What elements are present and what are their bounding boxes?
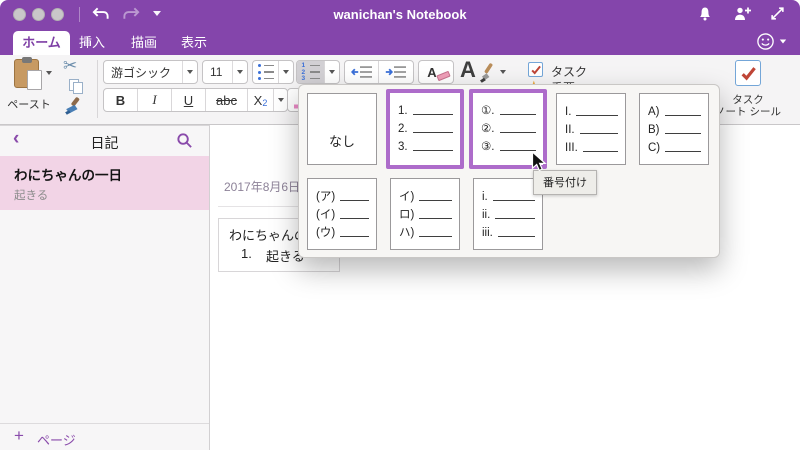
page-sidebar: ‹ 日記 わにちゃんの一日 起きる + ページ (0, 125, 210, 450)
share-add-person-icon[interactable] (733, 6, 752, 26)
page-list-item-selected[interactable]: わにちゃんの一日 起きる (0, 156, 209, 210)
red-check-icon (741, 66, 756, 80)
subscript-dropdown-icon[interactable] (274, 89, 287, 111)
decrease-indent-button[interactable] (345, 61, 379, 83)
list-item-number: 1. (241, 246, 252, 261)
sidebar-header: ‹ 日記 (0, 126, 209, 156)
cut-scissors-icon[interactable]: ✂ (63, 56, 77, 76)
paste-clipboard-icon[interactable] (14, 57, 42, 90)
clear-formatting-icon: A (419, 61, 453, 83)
notifications-bell-icon[interactable] (697, 6, 713, 27)
italic-button[interactable]: I (138, 89, 172, 111)
text-format-group: B I U abc X2 (103, 88, 288, 112)
tab-insert[interactable]: 挿入 (72, 31, 112, 55)
numbering-gallery-panel: なし 1. 2. 3. ①. ②. ③. I. II. III. A) B) C… (298, 84, 720, 258)
font-size-dropdown-icon (232, 61, 247, 83)
tab-home[interactable]: ホーム (13, 31, 70, 55)
format-painter-icon[interactable] (62, 96, 83, 122)
mouse-cursor (531, 150, 548, 179)
bullets-button[interactable] (252, 60, 294, 84)
bold-button[interactable]: B (104, 89, 138, 111)
numbering-icon: 1 2 3 (297, 61, 325, 83)
font-name-dropdown-icon (182, 61, 197, 83)
numbering-option-katakana-paren[interactable]: イ) ロ) ハ) (390, 178, 460, 250)
smiley-icon (757, 33, 774, 50)
paste-button-label[interactable]: ペースト (0, 96, 58, 112)
copy-icon[interactable] (69, 79, 85, 95)
styles-button[interactable]: A (460, 57, 476, 83)
decrease-indent-icon (350, 66, 372, 78)
add-page-label: ページ (37, 433, 76, 448)
task-tag-checkbox[interactable] (528, 62, 543, 77)
paste-dropdown-icon[interactable] (46, 71, 52, 75)
increase-indent-icon (385, 66, 406, 78)
numbering-option-roman-upper[interactable]: I. II. III. (556, 93, 626, 165)
titlebar: wanichan's Notebook (0, 0, 800, 28)
bullets-dropdown-icon (279, 61, 293, 83)
indent-group (344, 60, 414, 84)
smiley-dropdown-icon (779, 39, 787, 44)
add-page-button[interactable]: + ページ (0, 423, 209, 450)
clear-formatting-button[interactable]: A (418, 60, 454, 84)
strikethrough-button[interactable]: abc (206, 89, 248, 111)
tab-draw[interactable]: 描画 (124, 31, 164, 55)
underline-button[interactable]: U (172, 89, 206, 111)
font-name-combo[interactable]: 游ゴシック (103, 60, 198, 84)
numbering-dropdown-icon (325, 61, 339, 83)
plus-icon: + (14, 426, 24, 445)
onenote-window: wanichan's Notebook ホーム 挿入 描画 表示 ペースト ✂ (0, 0, 800, 450)
numbering-option-decimal-selected[interactable]: 1. 2. 3. (386, 89, 464, 169)
page-item-title: わにちゃんの一日 (14, 168, 122, 183)
numbering-option-katakana-fullparen[interactable]: (ア) (イ) (ウ) (307, 178, 377, 250)
numbering-option-none[interactable]: なし (307, 93, 377, 165)
feedback-smiley-button[interactable] (756, 32, 787, 51)
tab-view[interactable]: 表示 (174, 31, 214, 55)
task-note-seal-button[interactable] (735, 60, 761, 86)
page-item-preview: 起きる (14, 190, 49, 202)
numbering-option-alpha-paren[interactable]: A) B) C) (639, 93, 709, 165)
font-size-value: 11 (210, 65, 223, 79)
font-name-value: 游ゴシック (111, 65, 172, 80)
fullscreen-icon[interactable] (770, 6, 785, 26)
red-check-icon (530, 65, 541, 74)
increase-indent-button[interactable] (379, 61, 413, 83)
subscript-button[interactable]: X2 (248, 89, 274, 111)
search-icon[interactable] (176, 132, 193, 154)
numbering-button[interactable]: 1 2 3 (296, 60, 340, 84)
bullets-icon (253, 61, 279, 83)
group-divider (97, 60, 98, 118)
page-date: 2017年8月6日 (224, 180, 301, 194)
font-size-combo[interactable]: 11 (202, 60, 248, 84)
task-tag-label[interactable]: タスク (551, 63, 587, 80)
styles-dropdown-icon[interactable] (500, 70, 506, 74)
window-title: wanichan's Notebook (333, 7, 467, 22)
